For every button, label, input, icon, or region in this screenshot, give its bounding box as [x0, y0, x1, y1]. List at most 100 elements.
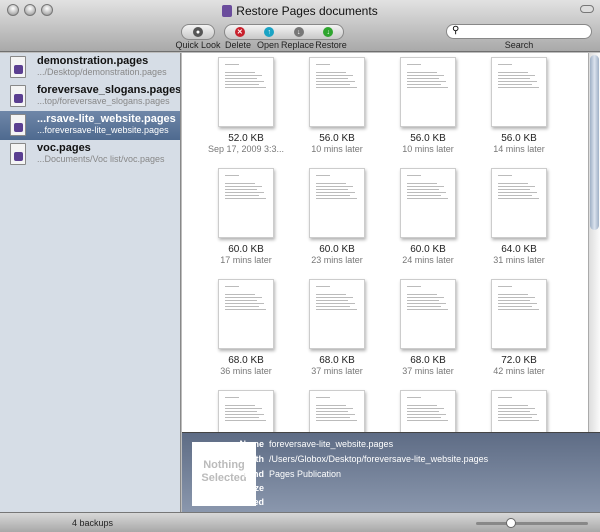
document-path: .../Desktop/demonstration.pages [37, 67, 167, 77]
search-label: Search [504, 40, 534, 50]
version-item[interactable]: 60.0 KB 23 mins later [292, 168, 382, 265]
window-title-text: Restore Pages documents [236, 4, 378, 18]
document-thumbnail[interactable] [218, 279, 274, 349]
delete-button[interactable]: Delete [224, 40, 252, 50]
document-thumbnail[interactable] [309, 390, 365, 432]
document-name: voc.pages [37, 142, 91, 154]
toolbar-toggle-button[interactable] [580, 5, 594, 13]
thumbnail-size-slider[interactable] [476, 518, 588, 528]
version-date: 14 mins later [493, 144, 545, 154]
version-item[interactable]: 64.0 KB 31 mins later [474, 168, 564, 265]
document-item[interactable]: voc.pages ...Documents/Voc list/voc.pages [0, 140, 180, 169]
title-toolbar: Restore Pages documents ● Quick Look ✕ ↑… [0, 0, 600, 52]
document-item[interactable]: foreversave_slogans.pages ...top/forevers… [0, 82, 180, 111]
document-thumbnail[interactable] [400, 279, 456, 349]
pages-file-icon [10, 143, 26, 165]
version-date: 10 mins later [311, 144, 363, 154]
version-item[interactable] [201, 390, 291, 432]
search-input[interactable] [446, 24, 592, 39]
version-date: 23 mins later [311, 255, 363, 265]
pages-app-icon [222, 5, 233, 17]
version-item[interactable]: 72.0 KB 42 mins later [474, 279, 564, 376]
version-date: 37 mins later [402, 366, 454, 376]
status-bar: 4 backups [0, 512, 600, 532]
version-item[interactable]: 56.0 KB 10 mins later [292, 57, 382, 154]
document-thumbnail[interactable] [218, 57, 274, 127]
kind-value: Pages Publication [269, 469, 342, 479]
version-date: 10 mins later [402, 144, 454, 154]
document-thumbnail[interactable] [491, 390, 547, 432]
kind-label: Kind [244, 469, 264, 479]
document-thumbnail[interactable] [400, 57, 456, 127]
size-label: Size [245, 483, 264, 493]
version-date: 36 mins later [220, 366, 272, 376]
version-size: 60.0 KB [410, 244, 446, 255]
replace-icon[interactable]: ↓ [293, 27, 304, 37]
replace-button[interactable]: Replace [281, 40, 314, 50]
quick-look-label: Quick Look [175, 40, 221, 50]
version-item[interactable]: 60.0 KB 24 mins later [383, 168, 473, 265]
document-thumbnail[interactable] [309, 279, 365, 349]
scrollbar-thumb[interactable] [590, 55, 599, 230]
document-item[interactable]: ...rsave-lite_website.pages ...foreversav… [0, 111, 180, 140]
version-size: 52.0 KB [228, 133, 264, 144]
document-thumbnail[interactable] [400, 168, 456, 238]
restore-icon[interactable]: ↓ [323, 27, 334, 37]
document-name: ...rsave-lite_website.pages [37, 113, 176, 125]
created-label: Created [230, 497, 264, 507]
quick-look-button[interactable]: ● [181, 24, 215, 40]
document-path: ...top/foreversave_slogans.pages [37, 96, 170, 106]
document-list: demonstration.pages .../Desktop/demonstra… [0, 53, 181, 512]
open-icon[interactable]: ↑ [264, 27, 275, 37]
document-thumbnail[interactable] [491, 57, 547, 127]
version-size: 60.0 KB [319, 244, 355, 255]
version-size: 56.0 KB [319, 133, 355, 144]
version-size: 64.0 KB [501, 244, 537, 255]
delete-icon[interactable]: ✕ [234, 27, 245, 37]
version-item[interactable]: 68.0 KB 36 mins later [201, 279, 291, 376]
document-thumbnail[interactable] [491, 168, 547, 238]
version-date: 17 mins later [220, 255, 272, 265]
version-item[interactable]: 56.0 KB 10 mins later [383, 57, 473, 154]
version-size: 60.0 KB [228, 244, 264, 255]
version-size: 72.0 KB [501, 355, 537, 366]
version-size: 56.0 KB [501, 133, 537, 144]
version-item[interactable] [292, 390, 382, 432]
document-thumbnail[interactable] [400, 390, 456, 432]
document-item[interactable]: demonstration.pages .../Desktop/demonstra… [0, 53, 180, 82]
document-path: ...Documents/Voc list/voc.pages [37, 154, 165, 164]
version-date: Sep 17, 2009 3:3... [207, 144, 285, 154]
document-thumbnail[interactable] [309, 168, 365, 238]
backup-count: 4 backups [72, 518, 114, 528]
version-date: 42 mins later [493, 366, 545, 376]
version-item[interactable] [383, 390, 473, 432]
version-item[interactable] [474, 390, 564, 432]
document-thumbnail[interactable] [491, 279, 547, 349]
search-icon: ⚲ [452, 25, 460, 36]
version-item[interactable]: 60.0 KB 17 mins later [201, 168, 291, 265]
name-label: Name [239, 439, 264, 449]
document-thumbnail[interactable] [218, 168, 274, 238]
version-item[interactable]: 68.0 KB 37 mins later [383, 279, 473, 376]
document-thumbnail[interactable] [309, 57, 365, 127]
version-item[interactable]: 52.0 KB Sep 17, 2009 3:3... [201, 57, 291, 154]
document-name: foreversave_slogans.pages [37, 84, 180, 96]
document-thumbnail[interactable] [218, 390, 274, 432]
slider-knob[interactable] [506, 518, 516, 528]
open-button[interactable]: Open [255, 40, 281, 50]
version-size: 56.0 KB [410, 133, 446, 144]
document-name: demonstration.pages [37, 55, 149, 67]
pages-file-icon [10, 114, 26, 136]
vertical-scrollbar[interactable] [588, 53, 600, 432]
eye-icon: ● [193, 27, 203, 37]
version-date: 37 mins later [311, 366, 363, 376]
document-path: ...foreversave-lite_website.pages [37, 125, 169, 135]
version-item[interactable]: 56.0 KB 14 mins later [474, 57, 564, 154]
version-size: 68.0 KB [319, 355, 355, 366]
version-item[interactable]: 68.0 KB 37 mins later [292, 279, 382, 376]
version-date: 24 mins later [402, 255, 454, 265]
restore-button[interactable]: Restore [314, 40, 348, 50]
info-panel: Nothing Selected Name foreversave-lite_we… [182, 432, 600, 512]
path-label: Path [244, 454, 264, 464]
version-size: 68.0 KB [228, 355, 264, 366]
